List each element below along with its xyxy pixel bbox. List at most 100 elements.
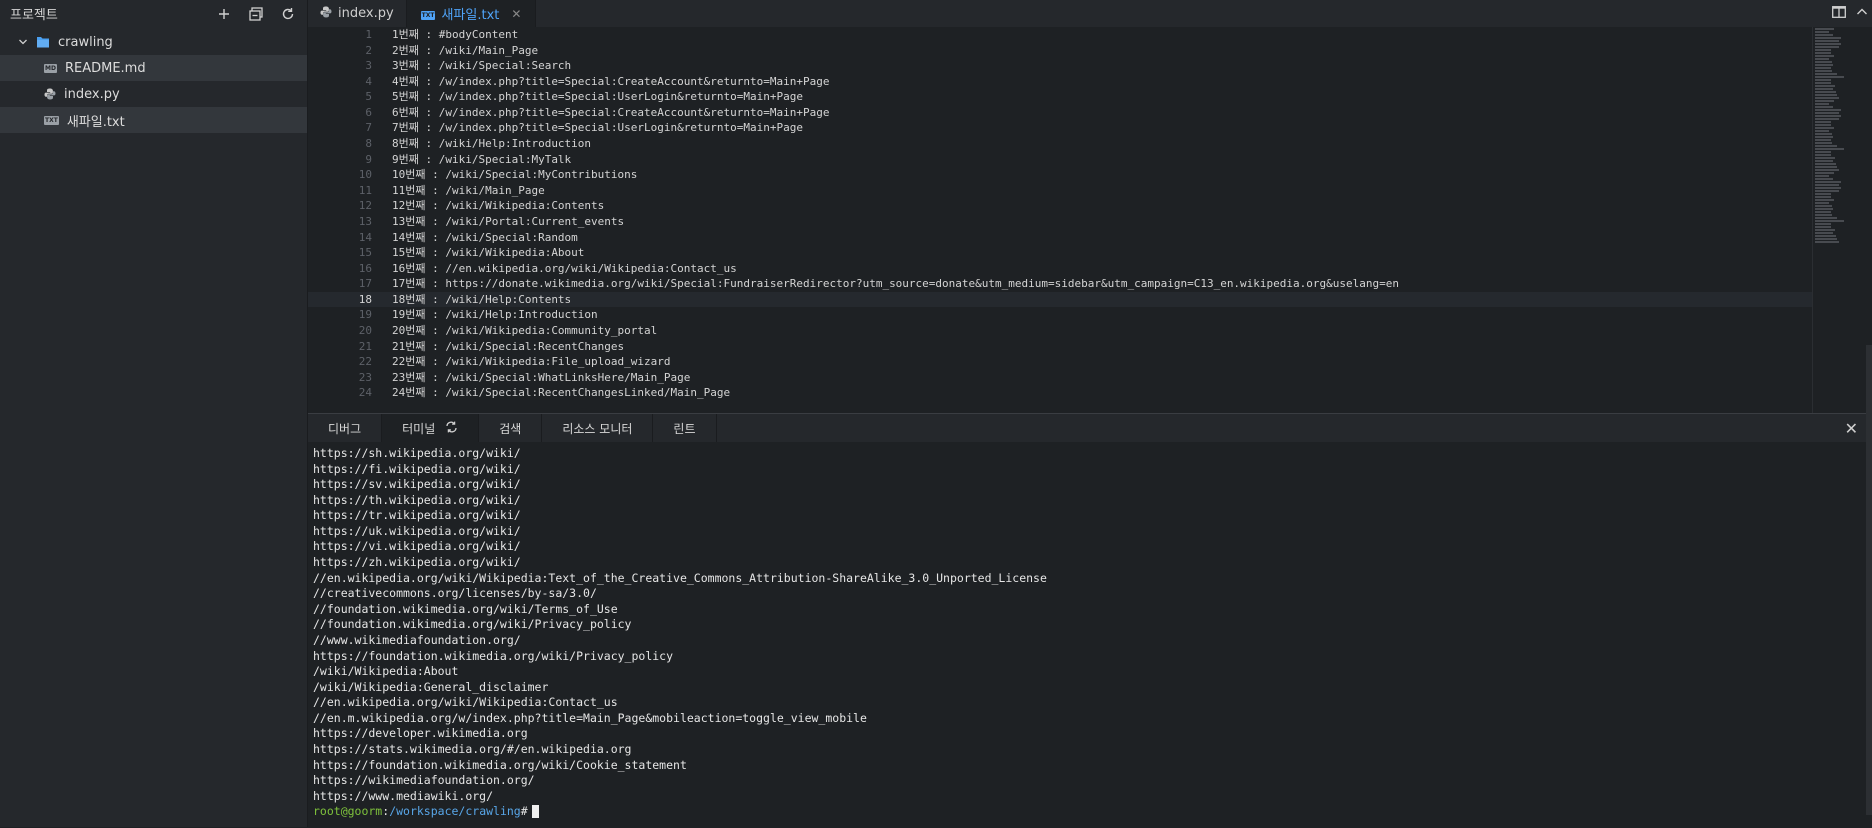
code-line[interactable]: 16 16번째 : //en.wikipedia.org/wiki/Wikiped…: [308, 261, 1812, 277]
terminal-line: https://foundation.wikimedia.org/wiki/Co…: [313, 757, 687, 772]
line-number: 18: [358, 292, 372, 306]
code-line[interactable]: 5 5번째 : /w/index.php?title=Special:UserLo…: [308, 89, 1812, 105]
code-line[interactable]: 10 10번째 : /wiki/Special:MyContributions: [308, 167, 1812, 183]
tab-label: 리소스 모니터: [562, 421, 633, 436]
terminal-line: https://zh.wikipedia.org/wiki/: [313, 555, 521, 570]
code-line[interactable]: 17 17번째 : https://donate.wikimedia.org/wi…: [308, 276, 1812, 292]
code-editor[interactable]: 1 1번째 : #bodyContent 2 2번째 : /wiki/Main_Pag…: [308, 27, 1812, 413]
code-line[interactable]: 12 12번째 : /wiki/Wikipedia:Contents: [308, 198, 1812, 214]
line-number: 22: [358, 355, 372, 369]
minimap-line: [1815, 88, 1833, 90]
code-text: 9번째 : /wiki/Special:MyTalk: [392, 152, 572, 166]
terminal-output[interactable]: https://sh.wikipedia.org/wiki/https://fi…: [313, 446, 1862, 828]
plus-icon[interactable]: [215, 5, 233, 23]
minimap-line: [1815, 172, 1835, 174]
minimap-line: [1815, 241, 1839, 243]
tab-resource-monitor[interactable]: 리소스 모니터: [542, 414, 654, 442]
terminal-line: https://uk.wikipedia.org/wiki/: [313, 523, 521, 538]
collapse-all-icon[interactable]: [247, 5, 265, 23]
sync-icon[interactable]: [445, 421, 458, 436]
line-number: 1: [365, 28, 372, 41]
tab-new-txt[interactable]: TXT 새파일.txt ✕: [406, 0, 537, 27]
code-line[interactable]: 11 11번째 : /wiki/Main_Page: [308, 183, 1812, 199]
project-explorer: 프로젝트 crawling MD README.md index.py TXT …: [0, 0, 308, 827]
code-text: 21번째 : /wiki/Special:RecentChanges: [392, 339, 625, 353]
line-number: 11: [358, 183, 372, 197]
minimap-line: [1815, 139, 1832, 141]
minimap-line: [1815, 148, 1844, 150]
line-number: 6: [365, 105, 372, 119]
minimap-line: [1815, 160, 1833, 162]
code-line[interactable]: 24 24번째 : /wiki/Special:RecentChangesLink…: [308, 385, 1812, 401]
terminal-line: https://tr.wikipedia.org/wiki/: [313, 508, 521, 523]
tab-lint[interactable]: 린트: [653, 414, 717, 442]
code-line[interactable]: 8 8번째 : /wiki/Help:Introduction: [308, 136, 1812, 152]
code-line[interactable]: 2 2번째 : /wiki/Main_Page: [308, 43, 1812, 59]
code-line[interactable]: 23 23번째 : /wiki/Special:WhatLinksHere/Mai…: [308, 370, 1812, 386]
tab-debug[interactable]: 디버그: [308, 414, 383, 442]
minimap-line: [1815, 34, 1833, 36]
code-text: 22번째 : /wiki/Wikipedia:File_upload_wizar…: [392, 355, 671, 369]
minimap-line: [1815, 184, 1839, 186]
close-icon[interactable]: ✕: [1845, 419, 1858, 438]
minimap-line: [1815, 49, 1832, 51]
tab-search[interactable]: 검색: [479, 414, 543, 442]
prompt-suffix: #: [520, 804, 528, 819]
code-line[interactable]: 20 20번째 : /wiki/Wikipedia:Community_porta…: [308, 323, 1812, 339]
minimap-line: [1815, 136, 1833, 138]
chevron-up-icon[interactable]: [1856, 6, 1868, 22]
minimap-line: [1815, 100, 1835, 102]
folder-crawling[interactable]: crawling: [0, 29, 307, 55]
minimap-line: [1815, 70, 1833, 72]
minimap-line: [1815, 112, 1839, 114]
terminal-line: https://wikimediafoundation.org/: [313, 773, 535, 788]
code-line[interactable]: 9 9번째 : /wiki/Special:MyTalk: [308, 152, 1812, 168]
minimap-line: [1815, 64, 1833, 66]
tab-terminal[interactable]: 터미널: [382, 414, 480, 442]
code-line[interactable]: 21 21번째 : /wiki/Special:RecentChanges: [308, 339, 1812, 355]
minimap[interactable]: [1812, 27, 1872, 413]
minimap-line: [1815, 214, 1833, 216]
prompt-user: root@goorm: [313, 804, 383, 819]
minimap-line: [1815, 124, 1831, 126]
split-editor-icon[interactable]: [1832, 5, 1846, 22]
code-line[interactable]: 18 18번째 : /wiki/Help:Contents: [308, 291, 1812, 308]
file-index-py[interactable]: index.py: [0, 81, 307, 107]
minimap-line: [1815, 40, 1839, 42]
code-text: 3번째 : /wiki/Special:Search: [392, 59, 572, 73]
code-line[interactable]: 13 13번째 : /wiki/Portal:Current_events: [308, 214, 1812, 230]
python-file-icon: [320, 6, 332, 22]
minimap-line: [1815, 97, 1839, 99]
chevron-down-icon[interactable]: [18, 37, 28, 47]
line-number: 21: [358, 339, 372, 353]
code-line[interactable]: 14 14번째 : /wiki/Special:Random: [308, 230, 1812, 246]
minimap-line: [1815, 187, 1842, 189]
minimap-line: [1815, 118, 1839, 120]
close-icon[interactable]: ✕: [511, 7, 521, 21]
minimap-line: [1815, 157, 1836, 159]
code-line[interactable]: 6 6번째 : /w/index.php?title=Special:Create…: [308, 105, 1812, 121]
code-line[interactable]: 4 4번째 : /w/index.php?title=Special:Create…: [308, 74, 1812, 90]
minimap-line: [1815, 46, 1839, 48]
code-line[interactable]: 15 15번째 : /wiki/Wikipedia:About: [308, 245, 1812, 261]
text-file-icon: TXT: [44, 115, 59, 125]
minimap-line: [1815, 91, 1836, 93]
scrollbar[interactable]: [1866, 345, 1872, 815]
project-explorer-title: 프로젝트: [10, 8, 58, 23]
terminal-prompt[interactable]: root@goorm:/workspace/crawling#: [313, 804, 1862, 820]
file-readme[interactable]: MD README.md: [0, 55, 307, 81]
code-line[interactable]: 7 7번째 : /w/index.php?title=Special:UserLo…: [308, 120, 1812, 136]
code-line[interactable]: 1 1번째 : #bodyContent: [308, 27, 1812, 43]
refresh-icon[interactable]: [279, 5, 297, 23]
minimap-line: [1815, 121, 1832, 123]
minimap-line: [1815, 178, 1833, 180]
code-line[interactable]: 19 19번째 : /wiki/Help:Introduction: [308, 307, 1812, 323]
code-text: 4번째 : /w/index.php?title=Special:CreateA…: [392, 74, 830, 88]
code-text: 2번째 : /wiki/Main_Page: [392, 43, 539, 57]
tab-index-py[interactable]: index.py: [308, 0, 407, 27]
minimap-line: [1815, 238, 1838, 240]
file-new-txt[interactable]: TXT 새파일.txt: [0, 107, 307, 133]
code-line[interactable]: 3 3번째 : /wiki/Special:Search: [308, 58, 1812, 74]
code-text: 14번째 : /wiki/Special:Random: [392, 230, 578, 244]
code-line[interactable]: 22 22번째 : /wiki/Wikipedia:File_upload_wiz…: [308, 354, 1812, 370]
